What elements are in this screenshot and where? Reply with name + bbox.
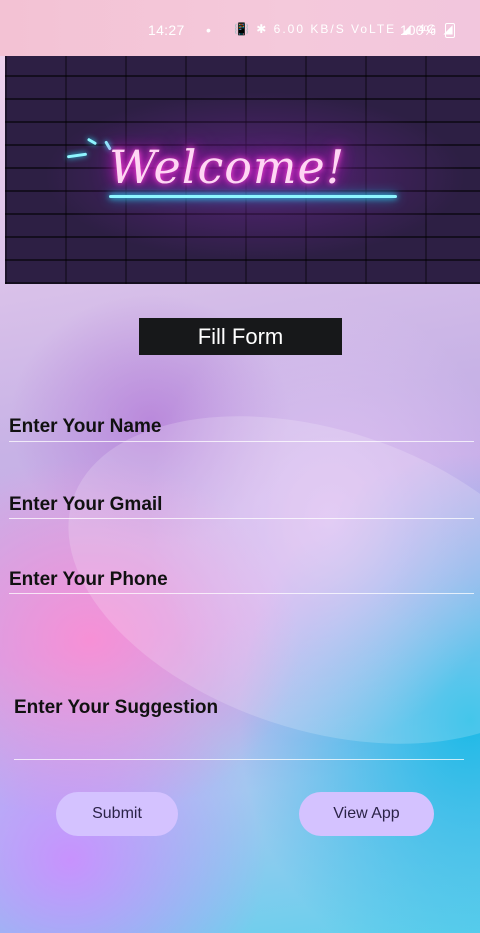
suggestion-input[interactable]: Enter Your Suggestion	[14, 697, 218, 719]
gmail-input[interactable]: Enter Your Gmail	[9, 494, 162, 516]
notification-dot: •	[206, 22, 211, 38]
name-input[interactable]: Enter Your Name	[9, 416, 161, 438]
view-app-button[interactable]: View App	[299, 792, 434, 836]
welcome-underline	[109, 195, 397, 198]
gmail-input-underline	[9, 518, 474, 519]
phone-input[interactable]: Enter Your Phone	[9, 569, 168, 591]
welcome-neon-text: Welcome!	[109, 140, 346, 194]
name-input-underline	[9, 441, 474, 442]
phone-input-underline	[9, 593, 474, 594]
suggestion-input-underline	[14, 759, 464, 760]
form-title: Fill Form	[139, 318, 342, 355]
submit-button[interactable]: Submit	[56, 792, 178, 836]
welcome-banner-image: Welcome!	[5, 56, 480, 284]
status-bar: 14:27 • 📳 ✱ 6.00 KB/S VoLTE ◢ 4G ◢ 100%	[0, 0, 480, 56]
app-screen: 14:27 • 📳 ✱ 6.00 KB/S VoLTE ◢ 4G ◢ 100% …	[0, 0, 480, 933]
battery-icon	[445, 23, 455, 38]
battery-percent: 100%	[400, 22, 436, 38]
status-time: 14:27	[148, 22, 185, 38]
